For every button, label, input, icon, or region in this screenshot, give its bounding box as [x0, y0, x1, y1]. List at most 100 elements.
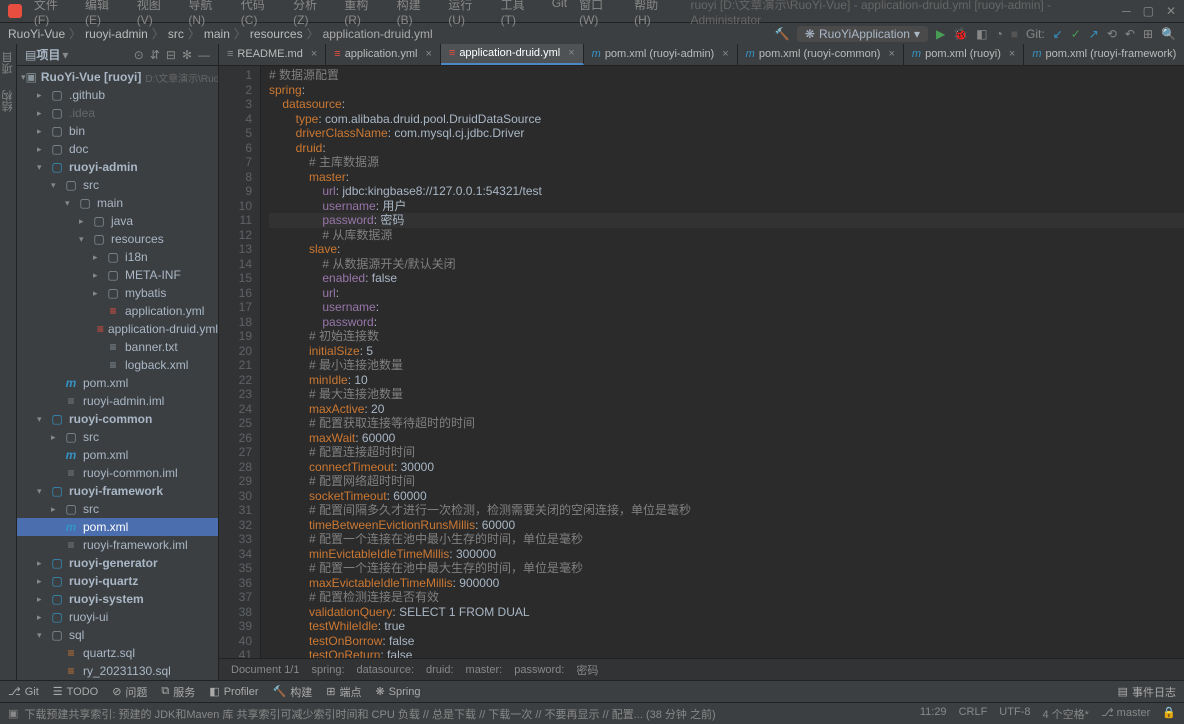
editor-tab[interactable]: mpom.xml (ruoyi-admin)×: [584, 44, 738, 65]
breadcrumb-item[interactable]: password:: [514, 664, 564, 676]
close-tab-icon[interactable]: ×: [1009, 48, 1015, 60]
tree-item[interactable]: ▾▢src: [17, 176, 218, 194]
indent-setting[interactable]: 4 个空格*: [1042, 706, 1088, 722]
breadcrumb-item[interactable]: master:: [466, 664, 503, 676]
code-line[interactable]: slave:: [269, 242, 1184, 257]
code-line[interactable]: username: 用户: [269, 199, 1184, 214]
revert-icon[interactable]: ↶: [1125, 27, 1135, 41]
bottom-tool-button[interactable]: ◧Profiler: [209, 684, 258, 700]
line-number[interactable]: 1: [219, 68, 252, 83]
code-line[interactable]: type: com.alibaba.druid.pool.DruidDataSo…: [269, 112, 1184, 127]
tree-item[interactable]: ≡application-druid.yml: [17, 320, 218, 338]
line-number[interactable]: 19: [219, 329, 252, 344]
code-line[interactable]: # 数据源配置: [269, 68, 1184, 83]
line-number[interactable]: 14: [219, 257, 252, 272]
line-number[interactable]: 28: [219, 460, 252, 475]
code-line[interactable]: maxEvictableIdleTimeMillis: 900000: [269, 576, 1184, 591]
bottom-tool-button[interactable]: ⎇Git: [8, 684, 39, 700]
line-number[interactable]: 27: [219, 445, 252, 460]
line-number[interactable]: 32: [219, 518, 252, 533]
code-line[interactable]: # 配置间隔多久才进行一次检测，检测需要关闭的空闲连接，单位是毫秒: [269, 503, 1184, 518]
bottom-tool-button[interactable]: ☰TODO: [53, 684, 98, 700]
search-everywhere-icon[interactable]: ⊞: [1143, 27, 1153, 41]
breadcrumb-item[interactable]: ruoyi-admin: [85, 27, 148, 41]
code-line[interactable]: socketTimeout: 60000: [269, 489, 1184, 504]
line-number[interactable]: 25: [219, 416, 252, 431]
minimize-icon[interactable]: ─: [1122, 4, 1131, 18]
close-tab-icon[interactable]: ×: [888, 48, 894, 60]
tree-item[interactable]: ≡ruoyi-framework.iml: [17, 536, 218, 554]
code-line[interactable]: username:: [269, 300, 1184, 315]
search-icon[interactable]: 🔍: [1161, 27, 1176, 41]
tree-item[interactable]: ≡ruoyi-common.iml: [17, 464, 218, 482]
code-line[interactable]: password:: [269, 315, 1184, 330]
tree-item[interactable]: ≡quartz.sql: [17, 644, 218, 662]
code-line[interactable]: testOnBorrow: false: [269, 634, 1184, 649]
editor-tab[interactable]: ≡application-druid.yml×: [441, 44, 584, 65]
select-opened-file-icon[interactable]: ⊙: [134, 48, 144, 62]
line-number[interactable]: 30: [219, 489, 252, 504]
tree-item[interactable]: ≡ry_20231130.sql: [17, 662, 218, 680]
bottom-tool-button[interactable]: ❋Spring: [375, 684, 420, 700]
tree-item[interactable]: mpom.xml: [17, 446, 218, 464]
line-number[interactable]: 10: [219, 199, 252, 214]
line-number[interactable]: 16: [219, 286, 252, 301]
code-line[interactable]: master:: [269, 170, 1184, 185]
code-line[interactable]: driverClassName: com.mysql.cj.jdbc.Drive…: [269, 126, 1184, 141]
line-number[interactable]: 20: [219, 344, 252, 359]
tree-item[interactable]: ▸▢java: [17, 212, 218, 230]
breadcrumb-item[interactable]: application-druid.yml: [323, 27, 433, 41]
line-number[interactable]: 24: [219, 402, 252, 417]
editor-tab[interactable]: ≡README.md×: [219, 44, 326, 65]
file-encoding[interactable]: UTF-8: [999, 706, 1030, 722]
line-number[interactable]: 23: [219, 387, 252, 402]
menu-item[interactable]: Git: [548, 0, 571, 29]
tree-item[interactable]: ▸▢.idea: [17, 104, 218, 122]
code-line[interactable]: # 初始连接数: [269, 329, 1184, 344]
code-line[interactable]: testWhileIdle: true: [269, 619, 1184, 634]
tree-item[interactable]: ▾▢ruoyi-framework: [17, 482, 218, 500]
code-line[interactable]: druid:: [269, 141, 1184, 156]
code-line[interactable]: # 配置一个连接在池中最大生存的时间，单位是毫秒: [269, 561, 1184, 576]
tree-item[interactable]: ▸▢bin: [17, 122, 218, 140]
tree-item[interactable]: mpom.xml: [17, 374, 218, 392]
menu-item[interactable]: 帮助(H): [630, 0, 678, 29]
line-number[interactable]: 7: [219, 155, 252, 170]
tree-root[interactable]: ▾ ▣ RuoYi-Vue [ruoyi] D:\文章演示\RuoYi-V: [17, 68, 218, 86]
debug-button[interactable]: 🐞: [953, 27, 968, 41]
tree-item[interactable]: ▸▢src: [17, 500, 218, 518]
code-line[interactable]: # 从数据源开关/默认关闭: [269, 257, 1184, 272]
line-number[interactable]: 33: [219, 532, 252, 547]
breadcrumb-item[interactable]: src: [168, 27, 184, 41]
tree-item[interactable]: ▾▢resources: [17, 230, 218, 248]
tool-button[interactable]: 结构: [0, 86, 16, 116]
code-line[interactable]: # 配置连接超时时间: [269, 445, 1184, 460]
project-tree[interactable]: ▾ ▣ RuoYi-Vue [ruoyi] D:\文章演示\RuoYi-V ▸▢…: [17, 66, 218, 680]
code-line[interactable]: # 配置网络超时时间: [269, 474, 1184, 489]
tree-item[interactable]: ▾▢main: [17, 194, 218, 212]
line-number[interactable]: 6: [219, 141, 252, 156]
line-separator[interactable]: CRLF: [959, 706, 988, 722]
coverage-button[interactable]: ◧: [976, 27, 987, 41]
code-line[interactable]: datasource:: [269, 97, 1184, 112]
code-line[interactable]: enabled: false: [269, 271, 1184, 286]
line-number[interactable]: 18: [219, 315, 252, 330]
bottom-tool-button[interactable]: 🔨构建: [273, 684, 313, 700]
tree-item[interactable]: ▸▢ruoyi-ui: [17, 608, 218, 626]
tree-item[interactable]: ▸▢i18n: [17, 248, 218, 266]
tree-item[interactable]: ≡ruoyi-admin.iml: [17, 392, 218, 410]
line-number[interactable]: 26: [219, 431, 252, 446]
bottom-tool-button[interactable]: ⊞端点: [326, 684, 361, 700]
line-number[interactable]: 12: [219, 228, 252, 243]
tree-item[interactable]: ▸▢ruoyi-generator: [17, 554, 218, 572]
close-tab-icon[interactable]: ×: [722, 48, 728, 60]
tree-item[interactable]: ≡logback.xml: [17, 356, 218, 374]
breadcrumb-item[interactable]: RuoYi-Vue: [8, 27, 65, 41]
code-line[interactable]: # 主库数据源: [269, 155, 1184, 170]
run-configuration-button[interactable]: ❋ RuoYiApplication ▾: [797, 26, 928, 42]
close-tab-icon[interactable]: ×: [425, 48, 431, 60]
breadcrumb-item[interactable]: main: [204, 27, 230, 41]
lock-icon[interactable]: 🔒: [1162, 706, 1176, 722]
tree-item[interactable]: mpom.xml: [17, 518, 218, 536]
code-line[interactable]: # 配置一个连接在池中最小生存的时间，单位是毫秒: [269, 532, 1184, 547]
